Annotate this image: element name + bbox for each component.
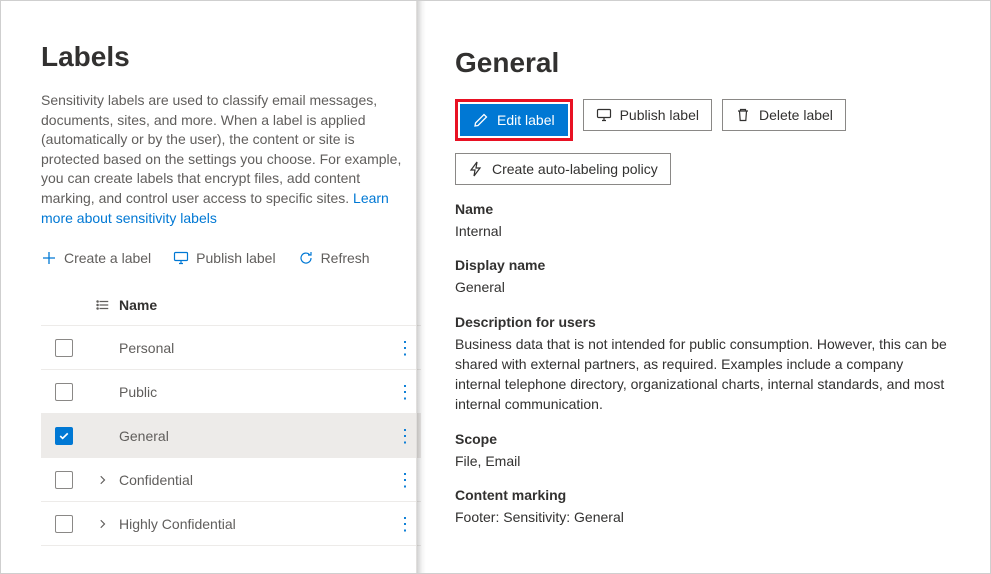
bolt-icon: [468, 161, 484, 177]
detail-action-row-2: Create auto-labeling policy: [455, 153, 950, 185]
row-name: General: [119, 428, 389, 444]
row-name: Confidential: [119, 472, 389, 488]
monitor-icon: [173, 250, 189, 266]
field-marking-label: Content marking: [455, 487, 950, 503]
vertical-dots-icon: ⋮: [396, 471, 414, 489]
field-display-label: Display name: [455, 257, 950, 273]
row-checkbox[interactable]: [55, 339, 73, 357]
field-desc-value: Business data that is not intended for p…: [455, 334, 950, 415]
field-marking-value: Footer: Sensitivity: General: [455, 507, 950, 527]
row-checkbox[interactable]: [55, 471, 73, 489]
field-content-marking: Content marking Footer: Sensitivity: Gen…: [455, 487, 950, 527]
row-name: Highly Confidential: [119, 516, 389, 532]
field-name-value: Internal: [455, 221, 950, 241]
delete-label-button[interactable]: Delete label: [722, 99, 846, 131]
intro-body: Sensitivity labels are used to classify …: [41, 92, 401, 206]
field-name: Name Internal: [455, 201, 950, 241]
table-row[interactable]: General ⋮: [41, 414, 421, 458]
field-display-name: Display name General: [455, 257, 950, 297]
create-auto-labeling-button[interactable]: Create auto-labeling policy: [455, 153, 671, 185]
field-display-value: General: [455, 277, 950, 297]
edit-label-button[interactable]: Edit label: [460, 104, 568, 136]
label-detail-panel: General Edit label Publish label Delete …: [431, 1, 990, 573]
field-name-label: Name: [455, 201, 950, 217]
refresh-icon: [298, 250, 314, 266]
vertical-dots-icon: ⋮: [396, 515, 414, 533]
plus-icon: [41, 250, 57, 266]
create-label-button[interactable]: Create a label: [41, 250, 151, 266]
row-name: Personal: [119, 340, 389, 356]
detail-action-row-1: Edit label Publish label Delete label: [455, 99, 950, 141]
refresh-button[interactable]: Refresh: [298, 250, 370, 266]
publish-label-button[interactable]: Publish label: [173, 250, 275, 266]
expand-icon[interactable]: [87, 474, 119, 486]
table-row[interactable]: Highly Confidential ⋮: [41, 502, 421, 546]
vertical-dots-icon: ⋮: [396, 383, 414, 401]
column-header-name[interactable]: Name: [119, 297, 421, 313]
page-title: Labels: [41, 41, 421, 73]
monitor-icon: [596, 107, 612, 123]
field-desc-label: Description for users: [455, 314, 950, 330]
table-header: Name: [41, 284, 421, 326]
field-scope-value: File, Email: [455, 451, 950, 471]
panel-divider: [416, 1, 430, 573]
row-checkbox[interactable]: [55, 427, 73, 445]
labels-toolbar: Create a label Publish label Refresh: [41, 250, 421, 266]
row-checkbox[interactable]: [55, 383, 73, 401]
table-row[interactable]: Public ⋮: [41, 370, 421, 414]
field-description: Description for users Business data that…: [455, 314, 950, 415]
field-scope: Scope File, Email: [455, 431, 950, 471]
intro-text: Sensitivity labels are used to classify …: [41, 91, 421, 228]
labels-list-panel: Labels Sensitivity labels are used to cl…: [1, 1, 421, 573]
edit-label-highlight: Edit label: [455, 99, 573, 141]
field-scope-label: Scope: [455, 431, 950, 447]
vertical-dots-icon: ⋮: [396, 339, 414, 357]
table-row[interactable]: Confidential ⋮: [41, 458, 421, 502]
pencil-icon: [473, 112, 489, 128]
chevron-right-icon: [97, 518, 109, 530]
publish-label-detail-button[interactable]: Publish label: [583, 99, 712, 131]
chevron-right-icon: [97, 474, 109, 486]
vertical-dots-icon: ⋮: [396, 427, 414, 445]
trash-icon: [735, 107, 751, 123]
table-row[interactable]: Personal ⋮: [41, 326, 421, 370]
detail-title: General: [455, 47, 950, 79]
row-name: Public: [119, 384, 389, 400]
expand-icon[interactable]: [87, 518, 119, 530]
list-icon: [87, 298, 119, 312]
labels-table: Name Personal⋮Public⋮General⋮Confidentia…: [41, 284, 421, 546]
row-checkbox[interactable]: [55, 515, 73, 533]
